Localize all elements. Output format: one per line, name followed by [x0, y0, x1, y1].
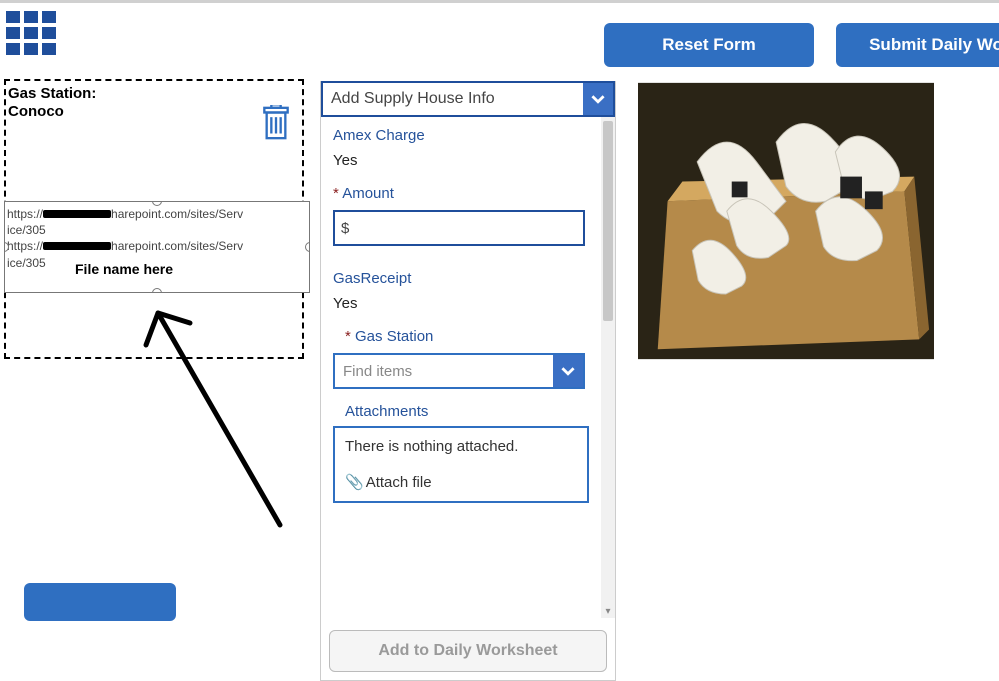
- form-card: Add Supply House Info Amex Charge Yes Am…: [320, 81, 616, 681]
- attach-file-button[interactable]: 📎Attach file: [345, 473, 577, 491]
- gas-station-combobox[interactable]: Find items: [333, 353, 585, 389]
- resize-handle-bottom[interactable]: [152, 288, 162, 293]
- add-to-daily-worksheet-button[interactable]: Add to Daily Worksheet: [329, 630, 607, 672]
- scrollbar-down-icon[interactable]: ▾: [601, 604, 615, 618]
- selected-label-control[interactable]: https://harepoint.com/sites/Serv ice/305…: [4, 201, 310, 293]
- file-name-annotation: File name here: [75, 260, 173, 279]
- form-scrollbar[interactable]: ▾: [601, 117, 615, 618]
- url-text-1: https://harepoint.com/sites/Serv: [7, 206, 307, 222]
- card-title: Gas Station: Conoco: [6, 81, 302, 121]
- submit-daily-worksheet-button[interactable]: Submit Daily Wo: [836, 23, 999, 67]
- paperclip-icon: 📎: [345, 474, 364, 491]
- unlabeled-button[interactable]: [24, 583, 176, 621]
- attachments-label: Attachments: [345, 403, 601, 420]
- scrollbar-thumb[interactable]: [603, 121, 613, 321]
- amex-charge-value: Yes: [333, 152, 601, 169]
- gas-station-label: Gas Station: [345, 328, 601, 345]
- receipts-image: [638, 81, 934, 361]
- attachments-empty-text: There is nothing attached.: [345, 438, 577, 455]
- gas-receipt-value: Yes: [333, 295, 601, 312]
- amount-input[interactable]: [333, 210, 585, 246]
- trash-icon[interactable]: [262, 105, 290, 141]
- gallery-item-card[interactable]: Gas Station: Conoco https://harepoint.co…: [4, 79, 304, 359]
- datacard-title-select[interactable]: Add Supply House Info: [321, 81, 615, 117]
- amex-charge-label: Amex Charge: [333, 127, 601, 144]
- chevron-down-icon[interactable]: [583, 83, 613, 115]
- amount-label: Amount: [333, 185, 601, 202]
- gas-receipt-label: GasReceipt: [333, 270, 601, 287]
- chevron-down-icon[interactable]: [553, 355, 583, 387]
- resize-handle-right[interactable]: [305, 242, 310, 252]
- url-text-1b: ice/305: [7, 222, 307, 238]
- form-body: Amex Charge Yes Amount GasReceipt Yes Ga…: [321, 113, 615, 618]
- combobox-placeholder: Find items: [335, 363, 553, 380]
- reset-form-button[interactable]: Reset Form: [604, 23, 814, 67]
- datacard-title-text: Add Supply House Info: [323, 90, 583, 108]
- url-text-2: https://harepoint.com/sites/Serv: [7, 238, 307, 254]
- attachments-box: There is nothing attached. 📎Attach file: [333, 426, 589, 503]
- app-launcher-icon[interactable]: [6, 11, 64, 59]
